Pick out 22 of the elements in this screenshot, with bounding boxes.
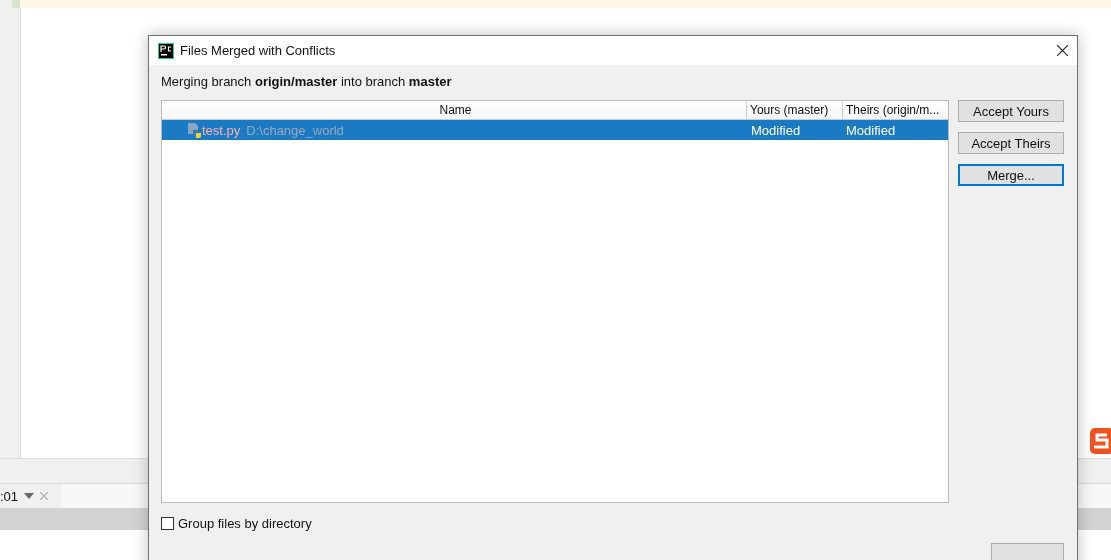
app-logo-icon: [158, 42, 174, 59]
merge-description: Merging branch origin/master into branch master: [161, 74, 453, 91]
editor-tab[interactable]: :01: [0, 484, 62, 508]
input-method-icon[interactable]: [1090, 428, 1111, 454]
file-row[interactable]: test.py D:\change_world Modified Modified: [162, 120, 948, 140]
dropdown-caret-icon[interactable]: [24, 493, 35, 499]
file-path: D:\change_world: [246, 122, 344, 138]
python-file-icon: [186, 122, 202, 138]
table-cell-text: Modified: [750, 122, 802, 138]
action-button[interactable]: Merge...: [958, 164, 1064, 186]
column-header[interactable]: Theirs (origin/m...: [843, 101, 948, 119]
close-icon[interactable]: [1057, 45, 1068, 56]
window-title: Files Merged with Conflicts: [180, 43, 336, 58]
column-header[interactable]: Yours (master): [747, 101, 843, 119]
file-name: test.py: [202, 122, 241, 138]
checkbox[interactable]: [161, 517, 174, 530]
tab-label[interactable]: :01: [0, 488, 19, 504]
column-header[interactable]: Name: [162, 101, 747, 119]
table-cell-text: Modified: [845, 122, 897, 138]
action-button[interactable]: Accept Yours: [958, 100, 1064, 122]
checkbox-label[interactable]: Group files by directory: [178, 516, 312, 531]
action-button[interactable]: Accept Theirs: [958, 132, 1064, 154]
